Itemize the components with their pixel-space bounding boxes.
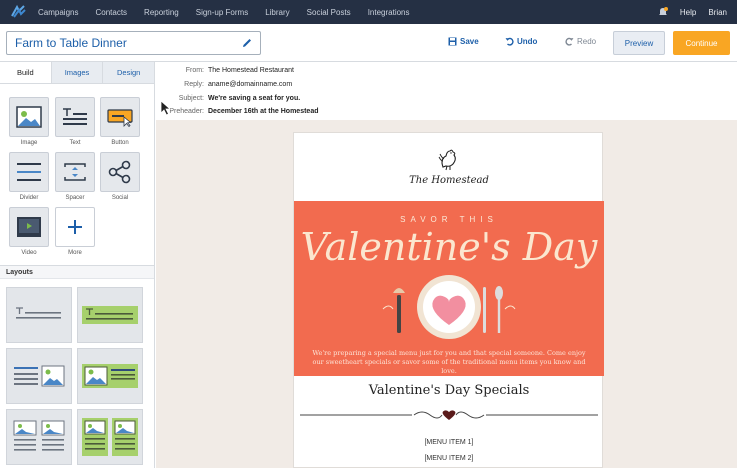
from-label: From: — [185, 67, 204, 74]
block-video-label: Video — [21, 250, 37, 256]
block-text-label: Text — [69, 140, 81, 146]
reply-row[interactable]: Reply: aname@domainname.com — [156, 81, 456, 88]
redo-label: Redo — [577, 37, 597, 46]
redo-button[interactable]: Redo — [565, 37, 596, 46]
preheader-row[interactable]: Preheader: December 16th at the Homestea… — [156, 108, 456, 115]
editor-toolbar: Farm to Table Dinner Save Undo Redo Prev… — [0, 24, 737, 62]
layout-two-column[interactable] — [6, 409, 72, 465]
brand-block[interactable]: The Homestead — [294, 133, 604, 200]
preview-button[interactable]: Preview — [613, 31, 665, 55]
block-palette: Image Text Button Divider Spacer Social … — [0, 84, 154, 265]
layout-image-text-highlight[interactable] — [77, 348, 143, 404]
layout-text[interactable] — [6, 287, 72, 343]
block-more-label: More — [68, 250, 82, 256]
tab-design[interactable]: Design — [102, 62, 155, 83]
share-icon — [108, 160, 131, 184]
hero-blurb: We're preparing a special menu just for … — [312, 349, 586, 375]
block-image[interactable]: Image — [9, 97, 49, 146]
layout-text-image[interactable] — [6, 348, 72, 404]
reply-value: aname@domainname.com — [208, 81, 293, 88]
left-panel: Build Images Design Image Text Button Di… — [0, 62, 155, 468]
layouts-header: Layouts — [0, 265, 154, 279]
block-video[interactable]: Video — [9, 207, 49, 256]
layout-text-highlight-icon — [82, 306, 138, 324]
nav-social-posts[interactable]: Social Posts — [307, 8, 351, 17]
button-icon — [107, 109, 133, 127]
layout-image-text-highlight-icon — [82, 364, 138, 388]
specials-title[interactable]: Valentine's Day Specials — [294, 383, 604, 398]
notification-bell-icon[interactable] — [658, 7, 668, 17]
user-menu[interactable]: Brian — [708, 8, 727, 17]
help-link[interactable]: Help — [680, 8, 696, 17]
hero-block[interactable]: SAVOR THIS Valentine's Day We're prepari… — [294, 201, 604, 376]
nav-library[interactable]: Library — [265, 8, 289, 17]
nav-campaigns[interactable]: Campaigns — [38, 8, 78, 17]
from-value: The Homestead Restaurant — [208, 67, 294, 74]
tab-images[interactable]: Images — [50, 62, 103, 83]
pencil-icon[interactable] — [241, 37, 253, 49]
menu-item-2[interactable]: [MENU ITEM 2] — [294, 455, 604, 462]
app-logo-icon[interactable] — [8, 2, 28, 22]
layout-two-column-highlight[interactable] — [77, 409, 143, 465]
block-spacer[interactable]: Spacer — [55, 152, 95, 201]
layout-two-column-highlight-icon — [82, 418, 138, 456]
block-image-label: Image — [20, 140, 38, 146]
layout-text-icon — [16, 307, 61, 319]
reply-label: Reply: — [184, 81, 204, 88]
save-button[interactable]: Save — [448, 37, 479, 46]
continue-button[interactable]: Continue — [673, 31, 730, 55]
hero-headline: Valentine's Day — [300, 225, 598, 269]
layouts-grid — [0, 279, 154, 469]
hero-kicker: SAVOR THIS — [400, 215, 498, 224]
block-social-label: Social — [111, 195, 129, 201]
block-social[interactable]: Social — [100, 152, 140, 201]
image-icon — [16, 106, 42, 128]
rooster-logo-icon — [438, 149, 456, 171]
menu-item-1[interactable]: [MENU ITEM 1] — [294, 439, 604, 446]
save-label: Save — [460, 37, 479, 46]
nav-integrations[interactable]: Integrations — [368, 8, 410, 17]
canvas-area: From: The Homestead Restaurant Reply: an… — [156, 62, 737, 468]
preheader-value: December 16th at the Homestead — [208, 108, 319, 115]
nav-reporting[interactable]: Reporting — [144, 8, 179, 17]
text-icon — [63, 108, 87, 125]
from-row[interactable]: From: The Homestead Restaurant — [156, 67, 456, 74]
tab-build[interactable]: Build — [0, 62, 51, 83]
nav-contacts[interactable]: Contacts — [95, 8, 127, 17]
layout-text-highlight[interactable] — [77, 287, 143, 343]
mouse-cursor-icon — [160, 100, 172, 116]
top-nav: Campaigns Contacts Reporting Sign-up For… — [0, 0, 737, 24]
block-divider[interactable]: Divider — [9, 152, 49, 201]
undo-button[interactable]: Undo — [505, 37, 537, 46]
block-divider-label: Divider — [19, 195, 39, 201]
save-icon — [448, 37, 457, 46]
redo-icon — [565, 37, 574, 46]
block-button[interactable]: Button — [100, 97, 140, 146]
layout-text-image-icon — [14, 365, 65, 387]
video-icon — [17, 217, 41, 237]
subject-row[interactable]: Subject: We're saving a seat for you. — [156, 95, 456, 102]
block-more[interactable]: More — [55, 207, 95, 256]
divider-icon — [17, 163, 41, 181]
plus-icon — [68, 220, 82, 234]
subject-value: We're saving a seat for you. — [208, 95, 301, 102]
email-preview: The Homestead SAVOR THIS Valentine's Day — [293, 132, 604, 468]
undo-icon — [505, 37, 514, 46]
email-headers: From: The Homestead Restaurant Reply: an… — [156, 62, 737, 120]
block-spacer-label: Spacer — [65, 195, 85, 201]
panel-tabs: Build Images Design — [0, 62, 155, 84]
block-text[interactable]: Text — [55, 97, 95, 146]
layout-two-column-icon — [13, 420, 65, 451]
block-button-label: Button — [111, 140, 129, 146]
spacer-icon — [64, 163, 86, 181]
campaign-title-field[interactable]: Farm to Table Dinner — [6, 31, 261, 55]
brand-name: The Homestead — [409, 175, 489, 186]
undo-label: Undo — [517, 37, 538, 46]
ornamental-divider — [300, 410, 598, 420]
nav-signup-forms[interactable]: Sign-up Forms — [196, 8, 248, 17]
campaign-title: Farm to Table Dinner — [15, 36, 127, 50]
plate-heart-icon — [382, 275, 516, 339]
